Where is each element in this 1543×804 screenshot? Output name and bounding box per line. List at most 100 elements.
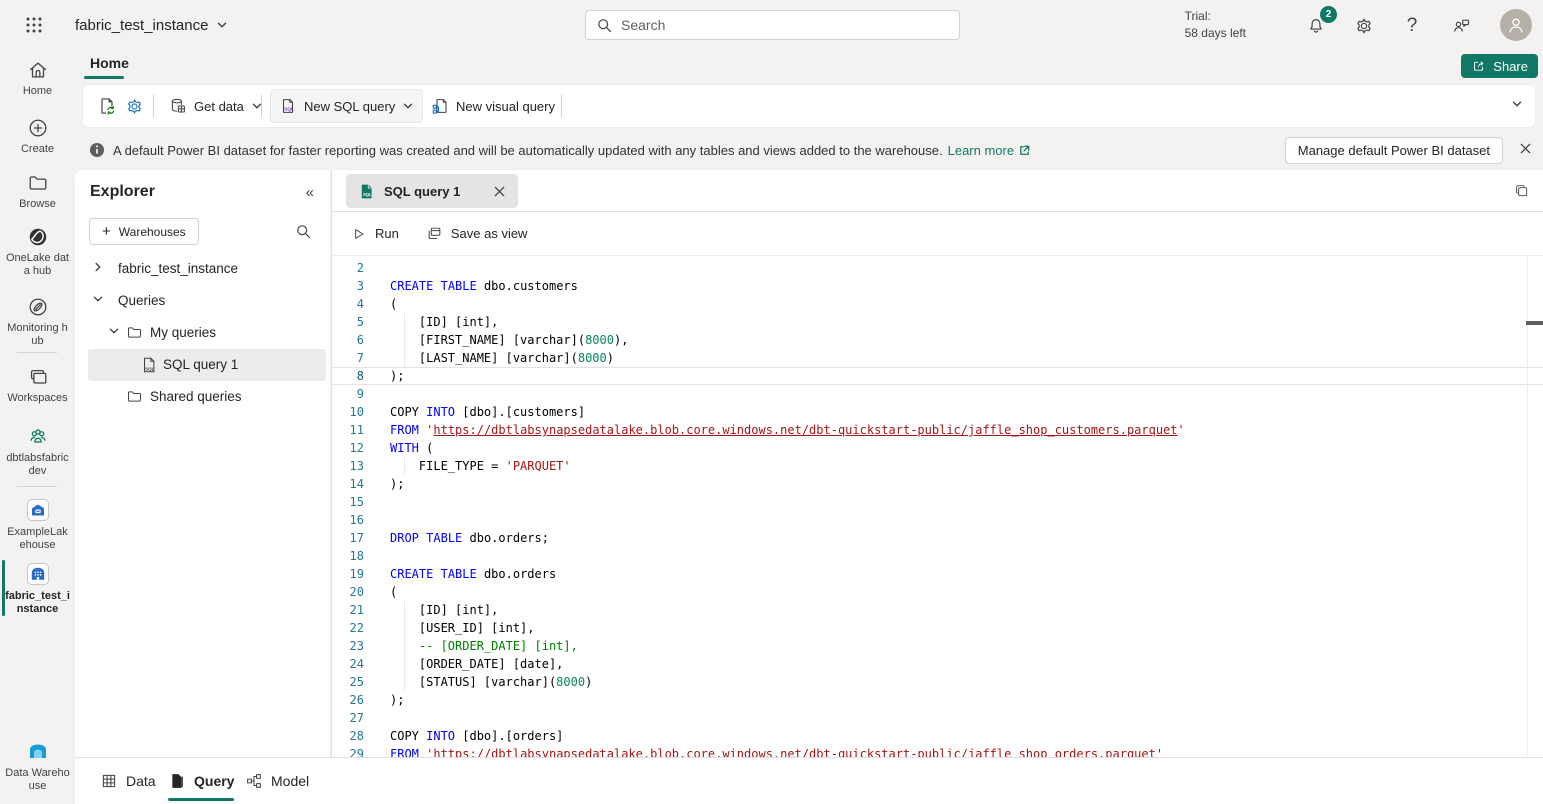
code-token: INTO [426,405,455,419]
search-input[interactable] [621,17,949,33]
new-visual-query-button[interactable]: New visual query [423,90,563,122]
app-launcher-icon[interactable] [17,8,51,42]
code-line-29[interactable]: 29FROM 'https://dbtlabsynapsedatalake.bl… [332,745,1543,757]
code-line-20[interactable]: 20( [332,583,1543,601]
tree-item-fabric-test-instance[interactable]: fabric_test_instance [75,253,330,285]
nav-item-label: Workspaces [5,392,71,405]
code-line-22[interactable]: 22 [USER_ID] [int], [332,619,1543,637]
tree-item-my-queries[interactable]: My queries [75,317,330,349]
view-tab-model[interactable]: Model [245,758,309,804]
avatar[interactable] [1500,9,1532,41]
banner-close-icon[interactable] [1519,142,1532,155]
new-warehouse-button[interactable]: + Warehouses [89,218,199,245]
code-line-7[interactable]: 7 [LAST_NAME] [varchar](8000) [332,349,1543,367]
tree-item-queries[interactable]: Queries [75,285,330,317]
line-number: 27 [332,709,364,727]
search-box[interactable] [585,10,960,40]
code-line-18[interactable]: 18 [332,547,1543,565]
tab-close-icon[interactable] [493,185,506,198]
manage-dataset-button[interactable]: Manage default Power BI dataset [1285,137,1503,164]
new-sql-query-button[interactable]: SQL New SQL query [271,90,422,122]
ribbon-collapse-chevron-icon[interactable] [1511,98,1523,110]
help-button[interactable]: ? [1400,14,1424,38]
tree-item-sql-query-1[interactable]: SQLSQL query 1 [75,349,330,381]
view-tab-label: Data [126,773,156,789]
tab-sql-query-1[interactable]: SQL SQL query 1 [346,174,518,208]
code-line-21[interactable]: 21 [ID] [int], [332,601,1543,619]
code-line-14[interactable]: 14); [332,475,1543,493]
ribbon-toolbar: Get data SQL New SQL query New visual qu… [83,85,1535,127]
code-token: ), [614,333,628,347]
get-data-button[interactable]: Get data [161,90,271,122]
code-token: FILE_TYPE = [390,459,506,473]
code-line-16[interactable]: 16 [332,511,1543,529]
editor-scroll-marker[interactable] [1526,321,1543,325]
nav-item-onelake-data-hub[interactable]: OneLake data hub [0,224,75,278]
code-line-26[interactable]: 26); [332,691,1543,709]
view-tab-data[interactable]: Data [100,758,156,804]
settings-gear-button[interactable] [117,90,152,122]
nav-item-browse[interactable]: Browse [0,170,75,211]
nav-item-dbtlabsfabricdev[interactable]: dbtlabsfabricdev [0,424,75,478]
code-line-5[interactable]: 5 [ID] [int], [332,313,1543,331]
new-sql-query-label: New SQL query [304,99,395,114]
code-line-17[interactable]: 17DROP TABLE dbo.orders; [332,529,1543,547]
nav-item-monitoring-hub[interactable]: Monitoring hub [0,294,75,348]
learn-more-link[interactable]: Learn more [948,143,1031,158]
code-line-10[interactable]: 10COPY INTO [dbo].[customers] [332,403,1543,421]
code-token: [dbo].[orders] [455,729,563,743]
nav-item-create[interactable]: Create [0,115,75,156]
copy-icon[interactable] [1514,183,1530,199]
code-line-23[interactable]: 23 -- [ORDER_DATE] [int], [332,637,1543,655]
share-button[interactable]: Share [1461,54,1538,78]
save-as-view-button[interactable]: Save as view [426,225,528,242]
code-line-4[interactable]: 4( [332,295,1543,313]
sql-code-editor[interactable]: 23CREATE TABLE dbo.customers4(5 [ID] [in… [332,256,1543,757]
code-line-28[interactable]: 28COPY INTO [dbo].[orders] [332,727,1543,745]
tab-home[interactable]: Home [82,53,137,73]
chevron-right-icon[interactable] [92,261,104,273]
code-line-12[interactable]: 12WITH ( [332,439,1543,457]
chevron-down-icon[interactable] [92,293,104,305]
workspace-title-dropdown[interactable]: fabric_test_instance [75,17,228,34]
nav-item-workspaces[interactable]: Workspaces [0,364,75,405]
code-token: ); [390,693,404,707]
code-line-25[interactable]: 25 [STATUS] [varchar](8000) [332,673,1543,691]
code-token: ' [1178,423,1185,437]
run-button[interactable]: Run [351,226,399,242]
nav-item-examplelakehouse[interactable]: ExampleLakehouse [0,496,75,552]
code-line-19[interactable]: 19CREATE TABLE dbo.orders [332,565,1543,583]
feedback-icon [1451,16,1471,36]
code-line-9[interactable]: 9 [332,385,1543,403]
feedback-button[interactable] [1449,14,1473,38]
onelake-icon [27,226,49,248]
tree-item-shared-queries[interactable]: Shared queries [75,381,330,413]
code-line-8[interactable]: 8); [332,367,1543,385]
fabric-app-window: fabric_test_instance Trial: 58 days left… [0,0,1543,804]
settings-button[interactable] [1352,14,1376,38]
nav-item-data-warehouse[interactable]: Data Warehouse [0,737,75,793]
explorer-search-icon[interactable] [295,223,312,240]
nav-item-fabric-test-instance[interactable]: fabric_test_instance [0,560,75,616]
code-link[interactable]: https://dbtlabsynapsedatalake.blob.core.… [433,423,1177,437]
code-token: ( [419,441,433,455]
nav-item-home[interactable]: Home [0,57,75,98]
collapse-panel-icon[interactable]: « [306,184,314,201]
code-line-11[interactable]: 11FROM 'https://dbtlabsynapsedatalake.bl… [332,421,1543,439]
code-token: ) [607,351,614,365]
code-token: 8000 [585,333,614,347]
code-line-15[interactable]: 15 [332,493,1543,511]
code-link[interactable]: https://dbtlabsynapsedatalake.blob.core.… [433,747,1155,757]
code-line-24[interactable]: 24 [ORDER_DATE] [date], [332,655,1543,673]
svg-text:SQL: SQL [363,192,372,197]
line-number: 10 [332,403,364,421]
data-warehouse-icon [26,739,50,763]
code-line-6[interactable]: 6 [FIRST_NAME] [varchar](8000), [332,331,1543,349]
view-tab-query[interactable]: Query [168,758,234,804]
chevron-down-icon[interactable] [108,325,120,337]
query-tabstrip: SQL SQL query 1 [332,170,1543,212]
code-line-3[interactable]: 3CREATE TABLE dbo.customers [332,277,1543,295]
code-line-2[interactable]: 2 [332,259,1543,277]
code-line-13[interactable]: 13 FILE_TYPE = 'PARQUET' [332,457,1543,475]
code-line-27[interactable]: 27 [332,709,1543,727]
